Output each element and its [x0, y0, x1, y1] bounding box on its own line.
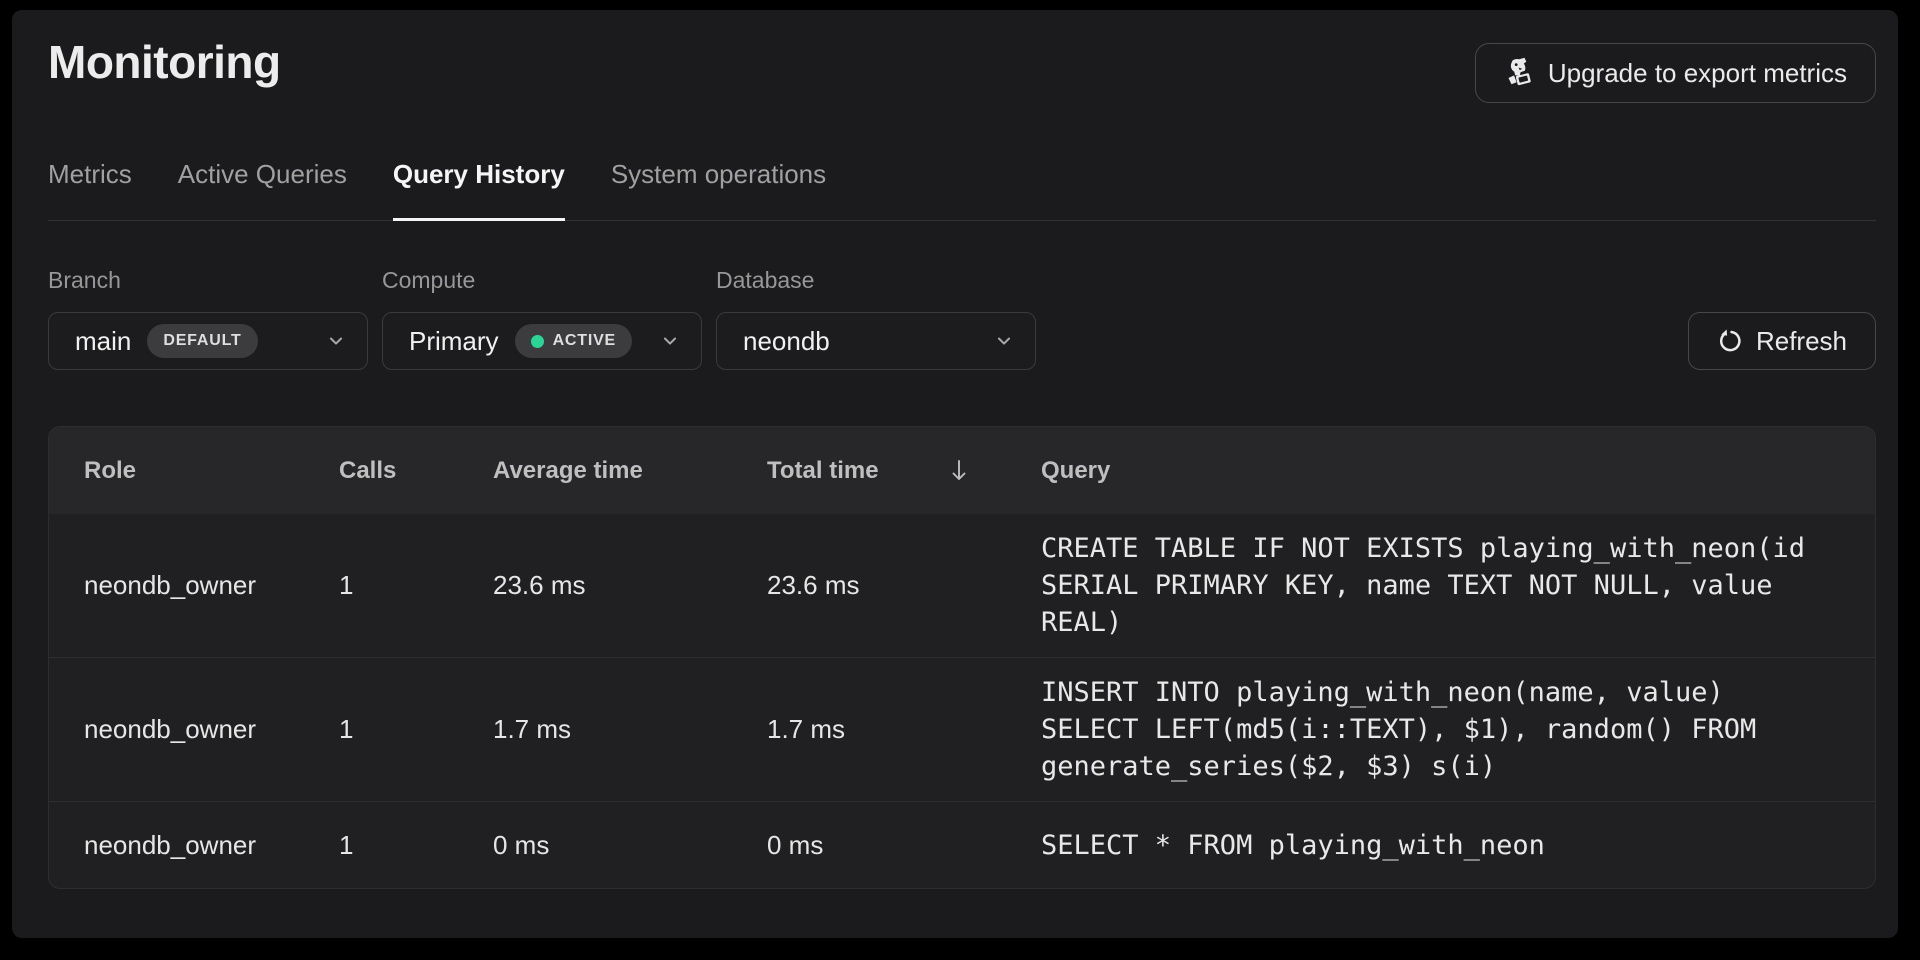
cell-calls: 1	[339, 830, 493, 861]
tab-query-history[interactable]: Query History	[393, 159, 565, 220]
table-row[interactable]: neondb_owner 1 23.6 ms 23.6 ms CREATE TA…	[49, 514, 1875, 657]
compute-value: Primary	[409, 326, 499, 357]
cell-query-sql: SELECT * FROM playing_with_neon	[1041, 811, 1845, 880]
upgrade-button-label: Upgrade to export metrics	[1548, 58, 1847, 89]
cell-query-sql: INSERT INTO playing_with_neon(name, valu…	[1041, 658, 1845, 801]
active-status-badge: ACTIVE	[515, 324, 632, 358]
cell-role: neondb_owner	[84, 714, 339, 745]
datadog-dog-icon	[1504, 57, 1534, 89]
default-badge: DEFAULT	[147, 324, 257, 358]
database-select[interactable]: neondb	[716, 312, 1036, 370]
chevron-down-icon	[327, 332, 345, 350]
tab-system-operations[interactable]: System operations	[611, 159, 826, 220]
branch-select[interactable]: main DEFAULT	[48, 312, 368, 370]
cell-total-time: 1.7 ms	[767, 714, 1041, 745]
compute-select[interactable]: Primary ACTIVE	[382, 312, 702, 370]
active-badge-label: ACTIVE	[553, 332, 616, 350]
branch-value: main	[75, 326, 131, 357]
branch-label: Branch	[48, 267, 368, 294]
cell-average-time: 1.7 ms	[493, 714, 767, 745]
cell-total-time: 0 ms	[767, 830, 1041, 861]
column-header-total-time[interactable]: Total time	[767, 457, 1041, 485]
page-content: Monitoring Upgrade to export metrics M	[12, 10, 1898, 938]
table-header-row: Role Calls Average time Total time Query	[49, 427, 1875, 514]
column-header-calls[interactable]: Calls	[339, 457, 493, 485]
database-filter: Database neondb	[716, 267, 1036, 370]
compute-filter: Compute Primary ACTIVE	[382, 267, 702, 370]
branch-filter: Branch main DEFAULT	[48, 267, 368, 370]
cell-role: neondb_owner	[84, 830, 339, 861]
compute-label: Compute	[382, 267, 702, 294]
cell-role: neondb_owner	[84, 570, 339, 601]
monitoring-panel: Monitoring Upgrade to export metrics M	[12, 10, 1898, 938]
chevron-down-icon	[995, 332, 1013, 350]
refresh-button[interactable]: Refresh	[1688, 312, 1876, 370]
query-history-table: Role Calls Average time Total time Query…	[48, 426, 1876, 889]
filters-row: Branch main DEFAULT Compute Primary ACTI…	[48, 267, 1876, 370]
tab-active-queries[interactable]: Active Queries	[178, 159, 347, 220]
column-header-average-time[interactable]: Average time	[493, 457, 767, 485]
refresh-button-label: Refresh	[1756, 326, 1847, 357]
cell-query-sql: CREATE TABLE IF NOT EXISTS playing_with_…	[1041, 514, 1845, 657]
page-header: Monitoring Upgrade to export metrics	[48, 36, 1876, 103]
cell-average-time: 23.6 ms	[493, 570, 767, 601]
column-header-query[interactable]: Query	[1041, 457, 1845, 485]
column-header-role[interactable]: Role	[84, 457, 339, 485]
total-time-header-label: Total time	[767, 457, 879, 485]
cell-calls: 1	[339, 714, 493, 745]
table-row[interactable]: neondb_owner 1 1.7 ms 1.7 ms INSERT INTO…	[49, 657, 1875, 801]
cell-average-time: 0 ms	[493, 830, 767, 861]
upgrade-to-export-metrics-button[interactable]: Upgrade to export metrics	[1475, 43, 1876, 103]
database-value: neondb	[743, 326, 830, 357]
database-label: Database	[716, 267, 1036, 294]
active-status-dot-icon	[531, 335, 544, 348]
tab-bar: Metrics Active Queries Query History Sys…	[48, 159, 1876, 221]
tab-metrics[interactable]: Metrics	[48, 159, 132, 220]
sort-descending-arrow-icon[interactable]	[949, 458, 969, 484]
refresh-icon	[1717, 328, 1743, 354]
cell-calls: 1	[339, 570, 493, 601]
table-row[interactable]: neondb_owner 1 0 ms 0 ms SELECT * FROM p…	[49, 801, 1875, 888]
cell-total-time: 23.6 ms	[767, 570, 1041, 601]
page-title: Monitoring	[48, 36, 281, 88]
chevron-down-icon	[661, 332, 679, 350]
